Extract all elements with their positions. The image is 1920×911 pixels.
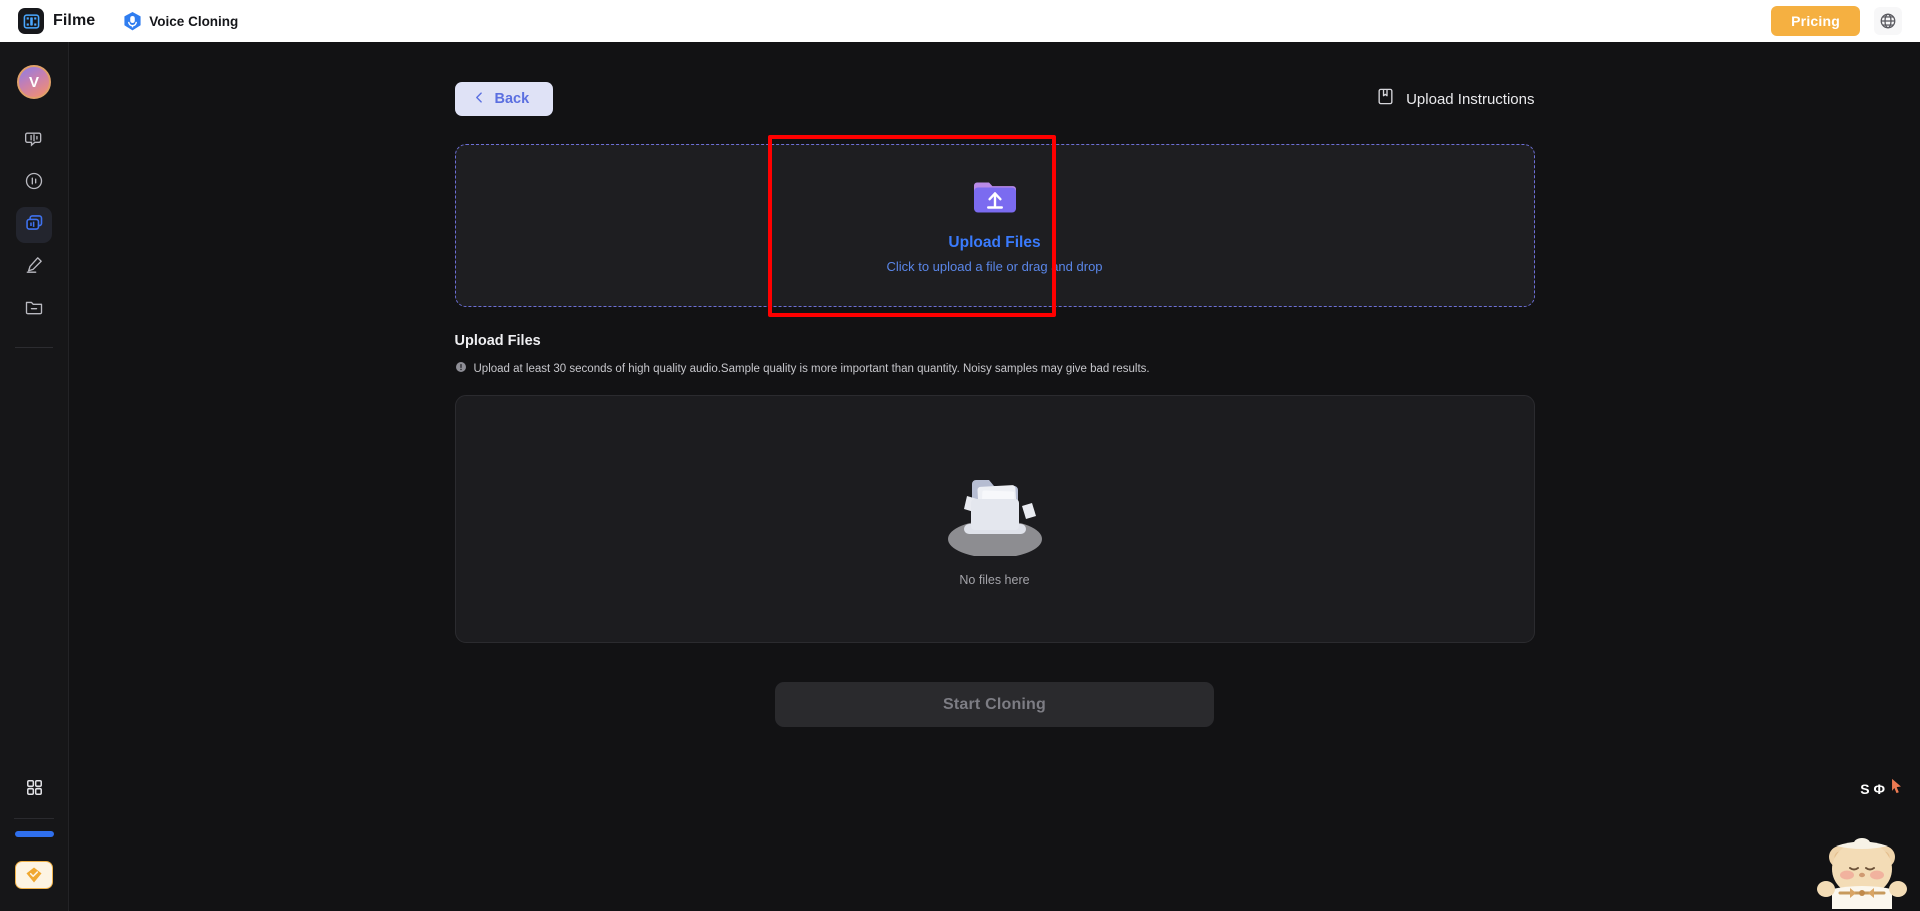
content-column: Back Upload Instructions Upload Files Cl…: [454, 42, 1535, 727]
left-sidebar: V: [0, 42, 69, 911]
book-icon: [1376, 87, 1395, 111]
brand-name: Filme: [53, 12, 96, 29]
upload-instructions-button[interactable]: Upload Instructions: [1376, 87, 1535, 111]
info-circle-icon: [455, 360, 467, 378]
chevron-left-icon: [473, 91, 486, 107]
orange-cursor-icon[interactable]: [1889, 778, 1904, 799]
sidebar-item-voice-cloning[interactable]: [16, 207, 52, 243]
film-strip-icon: [18, 8, 44, 34]
hint-text: Upload at least 30 seconds of high quali…: [473, 363, 1150, 375]
page-header-row: Back Upload Instructions: [454, 82, 1535, 122]
stacked-cards-icon: [24, 212, 45, 238]
sidebar-item-my-files[interactable]: [16, 291, 52, 327]
microphone-pen-icon: [24, 255, 44, 280]
top-bar: Filme Voice Cloning Pricing: [0, 0, 1920, 42]
sidebar-item-voice-changer[interactable]: [16, 165, 52, 201]
sidebar-item-voice-recorder[interactable]: [16, 249, 52, 285]
main-area: Back Upload Instructions Upload Files Cl…: [69, 42, 1920, 911]
top-bar-right: Pricing: [1771, 6, 1902, 36]
brand[interactable]: Filme: [18, 8, 95, 34]
grid-apps-icon[interactable]: [16, 769, 52, 805]
sidebar-item-text-to-speech[interactable]: [16, 123, 52, 159]
floating-tools[interactable]: S Φ: [1860, 778, 1904, 799]
start-cloning-button[interactable]: Start Cloning: [775, 682, 1214, 727]
sidebar-bottom-divider: [14, 818, 54, 819]
pricing-button[interactable]: Pricing: [1771, 6, 1860, 36]
dropzone-title: Upload Files: [948, 234, 1041, 251]
bear-chef-mascot[interactable]: [1814, 831, 1910, 909]
audio-circle-icon: [24, 171, 44, 196]
speech-bubble-icon: [24, 129, 44, 154]
microphone-badge-icon: [123, 11, 142, 32]
back-button[interactable]: Back: [454, 82, 554, 116]
file-list-panel: No files here: [454, 395, 1535, 643]
empty-folder-illustration: [936, 452, 1054, 561]
sidebar-bottom: [0, 769, 68, 911]
product-name: Voice Cloning: [149, 13, 239, 29]
dropzone-subtitle: Click to upload a file or drag and drop: [886, 259, 1103, 274]
diamond-gem-icon[interactable]: [15, 861, 53, 889]
product-title: Voice Cloning: [123, 11, 238, 32]
upload-instructions-label: Upload Instructions: [1406, 90, 1535, 108]
upload-dropzone[interactable]: Upload Files Click to upload a file or d…: [454, 144, 1535, 307]
folder-upload-icon: [971, 177, 1019, 222]
folder-minus-icon: [24, 297, 44, 322]
back-label: Back: [494, 91, 530, 107]
avatar[interactable]: V: [17, 65, 51, 99]
hint-row: Upload at least 30 seconds of high quali…: [455, 360, 1535, 378]
section-title: Upload Files: [454, 333, 541, 349]
empty-state-caption: No files here: [959, 572, 1030, 587]
sidebar-nav: [15, 123, 53, 348]
app-root: Filme Voice Cloning Pricing V Back Uploa…: [0, 0, 1920, 911]
globe-icon[interactable]: [1874, 7, 1902, 35]
dropzone-wrapper: Upload Files Click to upload a file or d…: [454, 135, 1535, 317]
usage-progress-bar[interactable]: [14, 831, 54, 837]
sidebar-divider: [15, 347, 53, 348]
tool-glyphs: S Φ: [1860, 780, 1885, 797]
